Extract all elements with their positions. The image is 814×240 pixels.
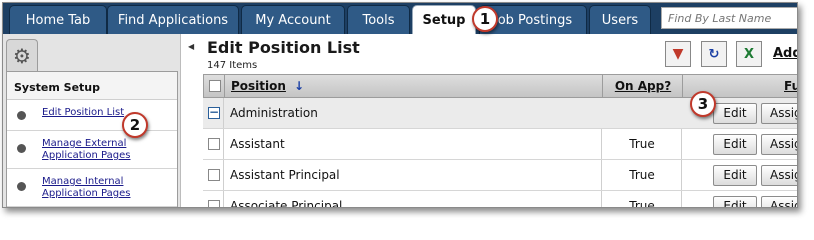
tab-home[interactable]: Home Tab xyxy=(9,5,107,34)
column-divider xyxy=(223,98,224,128)
callout-2: 2 xyxy=(122,112,148,138)
assign-button[interactable]: Assign xyxy=(761,134,797,155)
on-app-column-header[interactable]: On App? xyxy=(604,79,682,93)
add-link[interactable]: Add xyxy=(773,46,797,61)
table-row: Assistant Principal True Edit Assign xyxy=(203,160,797,191)
on-app-cell: True xyxy=(629,199,655,208)
sidebar-item-manage-external-pages[interactable]: Manage External Application Pages xyxy=(7,131,177,169)
assign-button[interactable]: Assign xyxy=(761,165,797,186)
column-divider xyxy=(681,129,682,159)
functions-column-header: Functions xyxy=(784,79,797,93)
sidebar-item-manage-internal-pages[interactable]: Manage Internal Application Pages xyxy=(7,169,177,207)
row-checkbox[interactable] xyxy=(208,169,220,181)
callout-3: 3 xyxy=(690,91,716,117)
table-row: Assistant True Edit Assign xyxy=(203,129,797,160)
clear-filter-icon[interactable]: ▼ xyxy=(665,41,691,67)
row-checkbox[interactable] xyxy=(208,138,220,150)
column-divider xyxy=(681,160,682,190)
callout-1: 1 xyxy=(472,6,498,32)
tab-tools[interactable]: Tools xyxy=(347,5,410,34)
position-cell: Associate Principal xyxy=(230,199,343,208)
tab-setup[interactable]: Setup xyxy=(412,5,476,34)
assign-button[interactable]: Assign xyxy=(761,196,797,207)
sidebar-panel: System Setup Edit Position List Manage E… xyxy=(6,71,178,207)
column-divider xyxy=(224,75,225,97)
collapse-sidebar-icon[interactable]: ◀ xyxy=(188,42,194,51)
tab-find-applications[interactable]: Find Applications xyxy=(107,5,239,34)
row-checkbox[interactable] xyxy=(208,200,220,207)
search-input[interactable] xyxy=(661,7,797,29)
excel-export-icon[interactable]: X xyxy=(736,41,762,67)
sidebar-title: System Setup xyxy=(7,72,177,100)
column-divider xyxy=(223,191,224,207)
select-all-checkbox[interactable] xyxy=(209,80,221,92)
on-app-cell: True xyxy=(629,168,655,182)
column-divider xyxy=(681,191,682,207)
edit-button[interactable]: Edit xyxy=(713,165,757,186)
sidebar-item-label: Manage External Application Pages xyxy=(42,138,131,161)
refresh-icon[interactable]: ↻ xyxy=(701,41,727,67)
column-divider xyxy=(682,75,683,97)
page-title: Edit Position List xyxy=(207,38,360,57)
sidebar-item-edit-position-list[interactable]: Edit Position List xyxy=(7,100,177,131)
item-count: 147 Items xyxy=(207,60,258,71)
column-divider xyxy=(223,160,224,190)
assign-button[interactable]: Assign xyxy=(761,103,797,124)
gear-icon[interactable]: ⚙ xyxy=(6,39,38,71)
top-nav: Home Tab Find Applications My Account To… xyxy=(3,3,797,34)
bullet-icon xyxy=(17,111,26,120)
edit-button[interactable]: Edit xyxy=(713,196,757,207)
column-divider xyxy=(601,160,602,190)
table-row: Associate Principal True Edit Assign xyxy=(203,191,797,208)
sidebar-item-label: Edit Position List xyxy=(42,107,125,118)
bullet-icon xyxy=(17,182,26,191)
position-cell: Assistant xyxy=(230,137,285,151)
edit-button[interactable]: Edit xyxy=(713,134,757,155)
position-cell: Assistant Principal xyxy=(230,168,340,182)
bullet-icon xyxy=(17,144,26,153)
app-window: Home Tab Find Applications My Account To… xyxy=(2,2,798,208)
column-divider xyxy=(602,75,603,97)
on-app-cell: True xyxy=(629,137,655,151)
tab-my-account[interactable]: My Account xyxy=(241,5,345,34)
tab-users[interactable]: Users xyxy=(589,5,651,34)
column-divider xyxy=(601,191,602,207)
group-label: Administration xyxy=(230,106,318,120)
main-content: ◀ Edit Position List 147 Items ▼ ↻ X Add… xyxy=(185,34,797,208)
collapse-group-icon[interactable]: − xyxy=(208,106,220,119)
sort-desc-icon: ↓ xyxy=(293,79,304,93)
column-divider xyxy=(601,129,602,159)
column-divider xyxy=(223,129,224,159)
edit-button[interactable]: Edit xyxy=(713,103,757,124)
position-column-header[interactable]: Position ↓ xyxy=(231,79,304,93)
sidebar: ⚙ System Setup Edit Position List Manage… xyxy=(3,34,181,207)
sidebar-item-label: Manage Internal Application Pages xyxy=(42,176,131,199)
